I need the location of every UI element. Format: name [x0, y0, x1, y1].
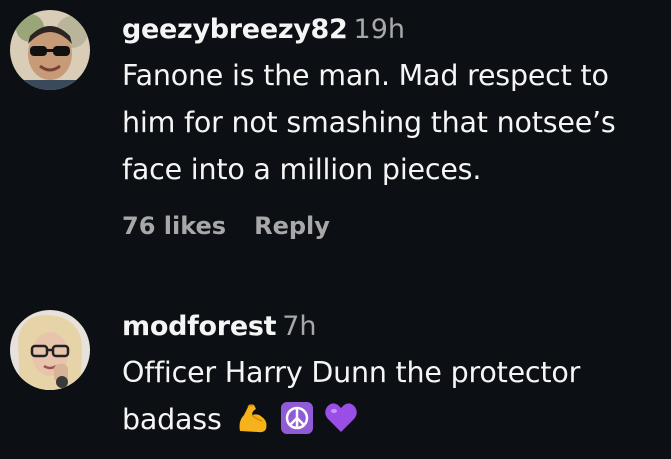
comment-text: Officer Harry Dunn the protector badass: [122, 349, 667, 443]
comment-text-line: Officer Harry Dunn the protector: [122, 356, 581, 389]
peace-symbol-emoji: [280, 401, 314, 435]
purple-heart-emoji: [324, 401, 358, 435]
likes-count[interactable]: 76 likes: [122, 212, 226, 240]
avatar[interactable]: [10, 10, 90, 90]
avatar[interactable]: [10, 310, 90, 390]
timestamp: 19h: [353, 14, 405, 45]
comment-actions: 76 likes Reply: [122, 212, 667, 240]
comment-text-line: him for not smashing that notsee’s: [122, 106, 616, 139]
comment-text: Fanone is the man. Mad respect to him fo…: [122, 52, 667, 193]
comment-text-word: badass: [122, 403, 222, 436]
reply-button[interactable]: Reply: [254, 212, 330, 240]
comment-text-line: face into a million pieces.: [122, 153, 482, 186]
comment-text-line-with-emojis: badass: [122, 396, 667, 443]
timestamp: 7h: [282, 311, 317, 342]
username[interactable]: modforest: [122, 311, 277, 342]
comment-text-line: Fanone is the man. Mad respect to: [122, 59, 609, 92]
flexed-biceps-emoji: [236, 401, 270, 435]
username[interactable]: geezybreezy82: [122, 14, 348, 45]
